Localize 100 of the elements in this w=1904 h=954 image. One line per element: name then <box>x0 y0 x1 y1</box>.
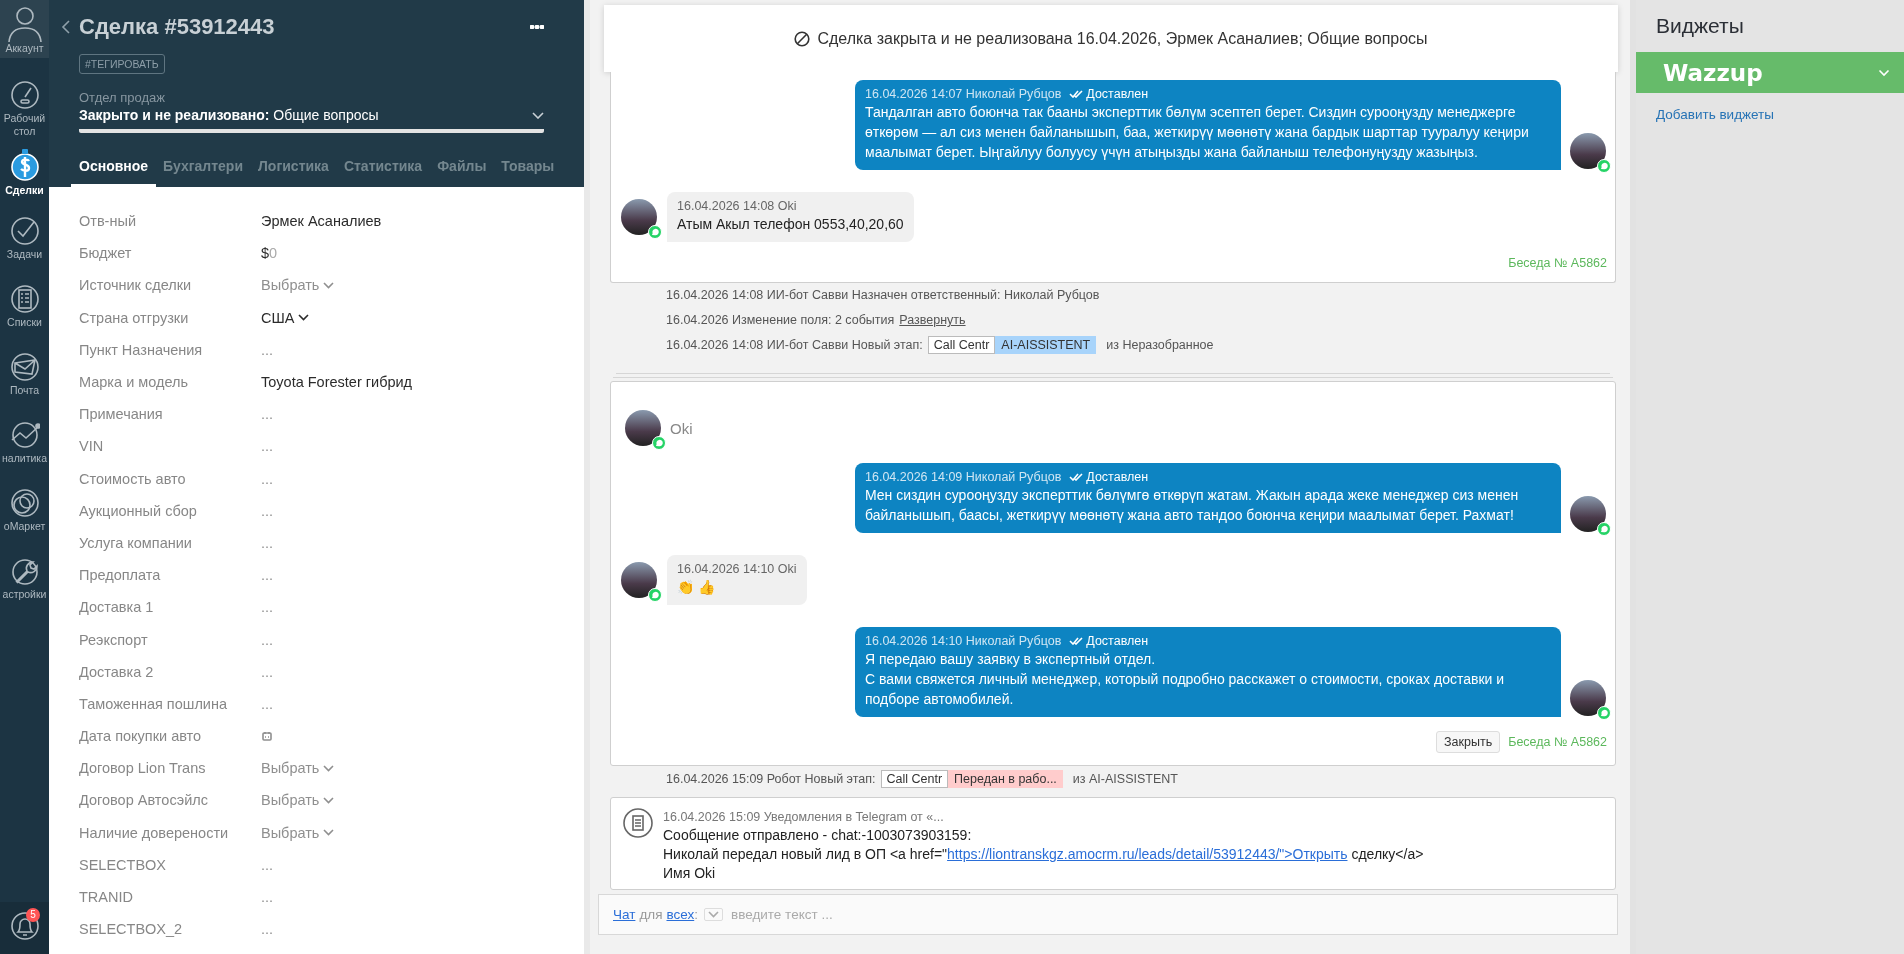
whatsapp-icon <box>652 436 666 451</box>
message-text: 👏 👍 <box>677 578 716 598</box>
message-text: Тандалган авто боюнча так бааны эксперттик бөлүм эсептеп берет. Сиздин сурооңузду менеджерге өткөрөм — ал сиз менен байланышып, баа, жеткирүү мөөнөтү жана бардык шарттар тууралуу кеңири маалымат берет. Ыңгайлуу болуусу үчүн атыңызды жана байланыш телефонуңузду жазыңыз. <box>865 103 1530 162</box>
checkmark-icon <box>9 216 40 246</box>
message-text: Мен сиздин сурооңузду эксперттик бөлүмгө өткөрүп жатам. Жакын арада жеке менеджер сиз менен байланышып, баасы, жеткирүү мөөнөтү жана авто тандоо боюнча кеңири маалымат берет. Рахмат! <box>865 486 1520 526</box>
field-label: Страна отгрузки <box>79 309 190 326</box>
event-text: 16.04.2026 15:09 Робот Новый этап: <box>666 771 876 786</box>
field-label: Доставка 2 <box>79 663 155 680</box>
message-text: Я передаю вашу заявку в экспертный отдел. С вами свяжется личный менеджер, который подробно расскажет о стоимости, сроках доставки и подборе автомобилей. <box>865 650 1506 710</box>
circles-icon <box>9 488 40 518</box>
notifications-button[interactable]: 5 <box>0 902 49 954</box>
field-label: Аукционный сбор <box>79 502 198 519</box>
note-line: Имя Oki <box>663 864 717 883</box>
close-conversation-button[interactable]: Закрыть <box>1436 731 1501 754</box>
caret-icon <box>323 796 335 804</box>
budget-value[interactable]: $0 <box>261 245 278 262</box>
field-value[interactable]: ... <box>261 438 274 455</box>
event-text: из Неразобранное <box>1106 337 1214 352</box>
field-value: Toyota Forester гибрид <box>261 374 413 391</box>
field-value[interactable]: ... <box>261 341 274 358</box>
select-field[interactable]: Выбрать <box>261 792 335 809</box>
chevron-down-icon <box>532 111 544 119</box>
nav-item[interactable]: Списки <box>0 276 49 344</box>
select-field[interactable]: Выбрать <box>261 824 335 841</box>
whatsapp-icon <box>648 587 662 602</box>
tab[interactable]: Основное <box>71 158 157 187</box>
field-value[interactable]: ... <box>261 534 274 551</box>
more-icon <box>530 25 544 29</box>
field-value[interactable]: ... <box>261 921 274 938</box>
select-field[interactable]: Выбрать <box>261 760 335 777</box>
field-label: Примечания <box>79 406 164 423</box>
field-value[interactable]: ... <box>261 889 274 906</box>
field-value[interactable]: ... <box>261 470 274 487</box>
select-field[interactable]: Выбрать <box>261 277 335 294</box>
field-value[interactable]: ... <box>261 663 274 680</box>
bell-icon <box>9 910 40 942</box>
field-value[interactable]: ... <box>261 406 274 423</box>
avatar <box>1570 680 1606 717</box>
tag-button[interactable]: #ТЕГИРОВАТЬ <box>79 54 165 74</box>
field-value[interactable]: ... <box>261 695 274 712</box>
add-widgets-link[interactable]: Добавить виджеты <box>1656 107 1904 122</box>
field-label: TRANID <box>79 889 134 906</box>
field-label: Предоплата <box>79 567 162 584</box>
composer-separator: : <box>694 907 698 922</box>
whatsapp-icon <box>1597 522 1611 537</box>
nav-item[interactable]: астройки <box>0 548 49 616</box>
field-value[interactable]: ... <box>261 856 274 873</box>
field-label: Стоимость авто <box>79 470 187 487</box>
audience-dropdown[interactable] <box>704 908 723 921</box>
caret-icon <box>708 911 719 918</box>
note-link[interactable]: https://liontranskgz.amocrm.ru/leads/detail/53912443/">Открыть <box>947 846 1348 862</box>
caret-icon <box>298 314 310 322</box>
note-line: Николай передал новый лид в ОП <a href="https://liontranskgz.amocrm.ru/leads/detail/53912443/">Открыть сделку</a> <box>663 845 1424 864</box>
double-check-icon <box>1069 473 1084 482</box>
caret-icon <box>323 829 335 837</box>
gauge-icon <box>9 80 40 110</box>
envelope-icon <box>9 352 40 382</box>
status-dropdown[interactable]: Закрыто и не реализовано: Общие вопросы <box>79 107 544 133</box>
conversation-label: Беседа № A5862 <box>1508 735 1607 750</box>
note-meta: 16.04.2026 15:09 Уведомления в Telegram от «... <box>663 809 945 826</box>
nav-item[interactable]: налитика <box>0 412 49 480</box>
field-label: VIN <box>79 438 105 455</box>
field-label: Пункт Назначения <box>79 341 204 358</box>
field-label: Марка и модель <box>79 374 190 391</box>
nav-item[interactable]: Задачи <box>0 208 49 276</box>
avatar <box>1570 133 1606 169</box>
field-value: Эрмек Асаналиев <box>261 213 382 230</box>
widget-header[interactable]: Wazzup <box>1636 52 1904 93</box>
field-label: Договор Lion Trans <box>79 760 207 777</box>
caret-icon <box>323 764 335 772</box>
nav-item[interactable]: Почта <box>0 344 49 412</box>
tab[interactable]: Бухгалтери <box>163 158 244 187</box>
avatar <box>625 410 661 447</box>
chat-link[interactable]: Чат <box>613 907 636 922</box>
deal-title: Сделка #53912443 <box>79 14 276 40</box>
field-value[interactable]: ... <box>261 502 274 519</box>
list-icon <box>9 284 40 314</box>
nav-item[interactable]: Рабочий стол <box>0 72 49 140</box>
tab[interactable]: Товары <box>501 158 555 187</box>
nav-item[interactable]: оМаркет <box>0 480 49 548</box>
event-text: из AI-AISSISTENT <box>1072 771 1178 786</box>
field-value[interactable]: ... <box>261 599 274 616</box>
stage-label: Передан в рабо... <box>948 769 1063 788</box>
notice-text: Сделка закрыта и не реализована 16.04.2026, Эрмек Асаналиев; Общие вопросы <box>817 29 1428 48</box>
document-icon <box>623 808 653 838</box>
delivery-status: Доставлен <box>1069 633 1149 650</box>
tab[interactable]: Логистика <box>258 158 329 187</box>
composer-label: для <box>639 907 663 922</box>
expand-link[interactable]: Развернуть <box>899 313 966 328</box>
nav-item[interactable]: Сделки <box>0 140 49 208</box>
back-chevron-icon <box>61 20 70 34</box>
tab[interactable]: Статистика <box>343 158 423 187</box>
event-text: 16.04.2026 Изменение поля: 2 события <box>666 313 895 328</box>
field-value[interactable]: ... <box>261 567 274 584</box>
nav-item[interactable]: Аккаунт <box>0 0 49 58</box>
field-value[interactable]: ... <box>261 631 274 648</box>
composer-field[interactable]: Чат для всех: введите текст ... <box>598 894 1618 935</box>
select-field[interactable]: США <box>261 309 310 326</box>
message-input[interactable]: введите текст ... <box>729 906 1603 923</box>
tab[interactable]: Файлы <box>437 158 487 187</box>
